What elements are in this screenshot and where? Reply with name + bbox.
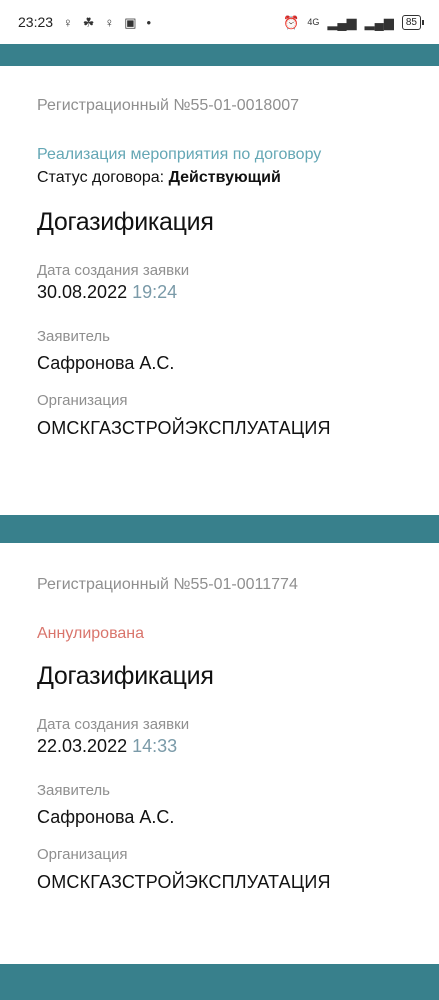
applicant-label: Заявитель	[37, 782, 110, 799]
contract-status-value: Действующий	[168, 169, 281, 186]
applicant-name: Сафронова А.С.	[37, 353, 175, 373]
service-title: Догазификация	[37, 662, 214, 690]
status-time: 23:23	[18, 14, 54, 30]
registration-number: Регистрационный №55-01-0018007	[37, 97, 300, 114]
app-cluster-icon: ☘	[82, 14, 95, 30]
creation-date-value: 30.08.2022	[37, 282, 128, 302]
alarm-icon: ⏰	[283, 14, 300, 30]
card-divider-bottom	[0, 964, 439, 1000]
signal-icon: ▂▄▆	[327, 14, 357, 30]
organization-name: ОМСКГАЗСТРОЙЭКСПЛУАТАЦИЯ	[37, 872, 331, 892]
contract-status-label: Статус договора:	[37, 169, 165, 186]
applicant-label: Заявитель	[37, 328, 110, 345]
card-divider-top	[0, 44, 439, 66]
notification-dot-icon: •	[146, 14, 152, 30]
organization-label: Организация	[37, 392, 128, 409]
odnoklassniki-icon: ♀	[63, 14, 73, 30]
applicant-name: Сафронова А.С.	[37, 807, 175, 827]
odnoklassniki-icon-2: ♀	[104, 14, 115, 30]
instagram-icon: ▣	[124, 14, 137, 30]
service-title: Догазификация	[37, 208, 214, 236]
date-label: Дата создания заявки	[37, 262, 190, 279]
creation-date: 22.03.2022 14:33	[37, 735, 402, 757]
battery-level: 85	[401, 14, 425, 30]
creation-date: 30.08.2022 19:24	[37, 281, 402, 303]
signal-icon-2: ▂▄▆	[364, 14, 394, 30]
creation-date-value: 22.03.2022	[37, 736, 128, 756]
creation-time-value: 14:33	[132, 736, 178, 756]
application-phase: Реализация мероприятия по договору	[37, 146, 322, 163]
creation-time-value: 19:24	[132, 282, 178, 302]
organization-name: ОМСКГАЗСТРОЙЭКСПЛУАТАЦИЯ	[37, 418, 331, 438]
card-divider	[0, 515, 439, 543]
application-card-2[interactable]: Регистрационный №55-01-0011774 Аннулиров…	[0, 543, 439, 960]
application-card-1[interactable]: Регистрационный №55-01-0018007 Реализаци…	[0, 66, 439, 515]
network-type: 4G	[307, 16, 320, 27]
contract-status: Статус договора: Действующий	[37, 168, 402, 188]
application-status-badge: Аннулирована	[37, 625, 145, 642]
organization-label: Организация	[37, 846, 128, 863]
status-bar: 23:23 ♀ ☘ ♀ ▣ • ⏰ 4G ▂▄▆ ▂▄▆ 85	[0, 0, 439, 44]
registration-number: Регистрационный №55-01-0011774	[37, 576, 298, 593]
date-label: Дата создания заявки	[37, 716, 190, 733]
